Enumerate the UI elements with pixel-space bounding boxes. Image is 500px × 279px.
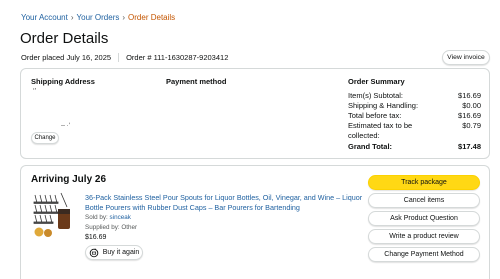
summary-value: $0.79	[462, 121, 481, 130]
view-invoice-button[interactable]: View invoice	[442, 50, 490, 65]
summary-row-subtotal: Item(s) Subtotal: $16.69	[348, 91, 481, 100]
seller-link[interactable]: sinceak	[110, 214, 131, 221]
change-address-button[interactable]: Change	[31, 132, 59, 144]
shipping-address-fragment: ‐‐ ·‘	[61, 123, 70, 129]
shipment-card: Arriving July 26 36-Pack Stainless Steel…	[20, 165, 490, 279]
order-number: Order # 111-1630287-9203412	[126, 53, 229, 62]
summary-label: Total before tax:	[348, 111, 402, 120]
page-title: Order Details	[20, 30, 109, 47]
summary-row-grand-total: Grand Total: $17.48	[348, 142, 481, 151]
payment-method-heading: Payment method	[166, 77, 227, 86]
summary-label: Item(s) Subtotal:	[348, 91, 404, 100]
meta-divider	[118, 53, 120, 62]
sold-by: Sold by: sinceak	[85, 214, 131, 221]
ask-product-question-button[interactable]: Ask Product Question	[368, 211, 480, 226]
grand-total-value: $17.48	[458, 142, 481, 151]
refresh-cart-icon	[89, 247, 98, 257]
product-image[interactable]	[31, 191, 73, 239]
summary-value: $0.00	[462, 101, 481, 110]
grand-total-label: Grand Total:	[348, 142, 393, 151]
change-payment-method-button[interactable]: Change Payment Method	[368, 247, 480, 262]
sold-by-label: Sold by:	[85, 214, 108, 221]
cancel-items-button[interactable]: Cancel items	[368, 193, 480, 208]
buy-again-button[interactable]: Buy it again	[85, 245, 143, 260]
product-title-link[interactable]: 36-Pack Stainless Steel Pour Spouts for …	[85, 193, 375, 212]
summary-value: $16.69	[458, 111, 481, 120]
shipping-address-heading: Shipping Address	[31, 77, 95, 86]
summary-label: collected:	[348, 131, 380, 140]
breadcrumb-your-orders[interactable]: Your Orders	[77, 13, 120, 22]
order-meta: Order placed July 16, 2025 Order # 111-1…	[21, 53, 228, 62]
order-summary-card: Shipping Address ‘’ ‐‐ ·‘ Change Payment…	[20, 68, 490, 159]
summary-label: Shipping & Handling:	[348, 101, 419, 110]
track-package-button[interactable]: Track package	[368, 175, 480, 190]
summary-row-before-tax: Total before tax: $16.69	[348, 111, 481, 120]
order-summary-heading: Order Summary	[348, 77, 405, 86]
arrival-heading: Arriving July 26	[31, 174, 107, 185]
summary-row-shipping: Shipping & Handling: $0.00	[348, 101, 481, 110]
shipping-address-fragment: ‘’	[33, 88, 37, 95]
buy-again-label: Buy it again	[102, 249, 140, 256]
breadcrumb-separator: ›	[70, 13, 74, 22]
summary-value: $16.69	[458, 91, 481, 100]
pour-spouts-icon	[33, 192, 70, 237]
write-review-button[interactable]: Write a product review	[368, 229, 480, 244]
breadcrumb-your-account[interactable]: Your Account	[21, 13, 68, 22]
item-price: $16.69	[85, 234, 107, 241]
breadcrumb: Your Account › Your Orders › Order Details	[21, 13, 175, 22]
breadcrumb-separator: ›	[122, 13, 126, 22]
summary-label: Estimated tax to be	[348, 121, 413, 130]
summary-row-tax-cont: collected:	[348, 131, 481, 140]
breadcrumb-order-details: Order Details	[128, 13, 176, 22]
order-placed-date: Order placed July 16, 2025	[21, 53, 112, 62]
supplied-by: Supplied by: Other	[85, 224, 138, 231]
summary-row-tax: Estimated tax to be $0.79	[348, 121, 481, 130]
